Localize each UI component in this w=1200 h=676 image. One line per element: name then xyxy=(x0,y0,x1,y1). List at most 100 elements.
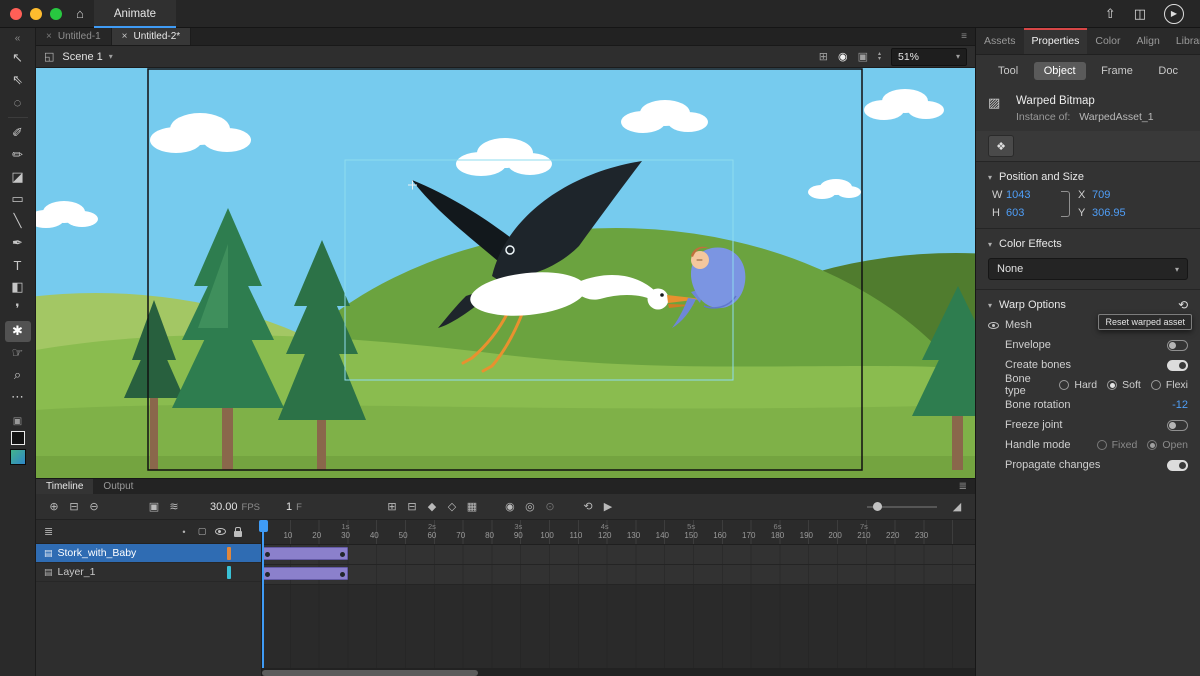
text-tool[interactable]: T xyxy=(5,255,31,276)
remove-frame-icon[interactable]: ⊟ xyxy=(402,500,422,513)
clip-content-icon[interactable]: ▣ xyxy=(858,50,868,63)
tween-span[interactable] xyxy=(262,547,349,560)
layers-icon[interactable]: ≣ xyxy=(44,525,53,538)
zoom-window-button[interactable] xyxy=(50,7,62,20)
new-folder-icon[interactable]: ⊟ xyxy=(64,500,84,513)
layer-row-Stork_with_Baby[interactable]: ▤ Stork_with_Baby xyxy=(36,544,261,563)
timeline-panel-menu-icon[interactable]: ≣ xyxy=(951,479,975,494)
layer-name[interactable]: Stork_with_Baby xyxy=(58,547,227,559)
subselection-tool[interactable]: ⇖ xyxy=(5,70,31,91)
pen-tool[interactable]: ✒ xyxy=(5,233,31,254)
subtab-doc[interactable]: Doc xyxy=(1148,62,1188,80)
playhead[interactable] xyxy=(258,520,268,668)
edit-multiple-frames-icon[interactable]: ▦ xyxy=(462,500,482,513)
tab-properties[interactable]: Properties xyxy=(1023,28,1088,54)
new-layer-icon[interactable]: ⊕ xyxy=(44,500,64,513)
warp-asset-button[interactable]: ❖ xyxy=(988,135,1014,157)
color-effect-dropdown[interactable]: None ▾ xyxy=(988,258,1188,280)
timeline-zoom-slider[interactable] xyxy=(867,502,937,511)
loop-icon[interactable]: ⟲ xyxy=(578,500,598,513)
chevron-down-icon[interactable]: ▾ xyxy=(988,240,992,249)
tab-library[interactable]: Library xyxy=(1168,28,1200,54)
share-icon[interactable]: ⇧ xyxy=(1105,6,1116,22)
timeline-ruler[interactable]: 10 20 30 40 50 60 70 80 90 100 110 120 130 140 150 160 1… xyxy=(262,520,975,545)
create-bones-toggle[interactable] xyxy=(1167,359,1188,371)
zoom-step-down-icon[interactable]: ▾ xyxy=(878,56,881,62)
mesh-visibility-icon[interactable] xyxy=(988,321,999,329)
hand-tool[interactable]: ☞ xyxy=(5,343,31,364)
close-tab-icon[interactable]: × xyxy=(122,31,128,42)
eraser-tool[interactable]: ◪ xyxy=(5,167,31,188)
link-dimensions-icon[interactable] xyxy=(1060,191,1070,217)
delete-layer-icon[interactable]: ⊖ xyxy=(84,500,104,513)
highlight-all-icon[interactable]: • xyxy=(175,527,193,537)
outline-all-icon[interactable]: ▢ xyxy=(193,526,211,537)
eyedropper-tool[interactable]: ❜ xyxy=(5,299,31,320)
doc-tab-untitled-2[interactable]: × Untitled-2* xyxy=(111,28,192,45)
collapse-panel-icon[interactable]: « xyxy=(15,31,21,47)
tween-span[interactable] xyxy=(262,567,349,580)
frame-row-Layer_1[interactable] xyxy=(262,565,975,585)
play-button[interactable]: ▶ xyxy=(598,500,618,513)
bone-type-flexi-radio[interactable]: Flexi xyxy=(1150,379,1188,391)
tabbar-menu-icon[interactable]: ≡ xyxy=(953,28,975,45)
tab-align[interactable]: Align xyxy=(1128,28,1167,54)
minimize-window-button[interactable] xyxy=(30,7,42,20)
workspace-icon[interactable]: ◫ xyxy=(1134,6,1146,22)
scene-name[interactable]: Scene 1 xyxy=(62,51,102,63)
propagate-changes-toggle[interactable] xyxy=(1167,459,1188,471)
show-hide-all-icon[interactable] xyxy=(211,528,229,535)
insert-frame-icon[interactable]: ⊞ xyxy=(382,500,402,513)
current-frame[interactable]: 1 F xyxy=(286,501,302,513)
layer-depth-icon[interactable]: ≋ xyxy=(164,500,184,513)
paint-bucket-tool[interactable]: ◧ xyxy=(5,277,31,298)
frame-rate[interactable]: 30.00 FPS xyxy=(210,501,260,513)
rectangle-tool[interactable]: ▭ xyxy=(5,189,31,210)
reset-warped-asset-button[interactable]: ⟲ xyxy=(1178,298,1188,312)
frame-row-Stork_with_Baby[interactable] xyxy=(262,545,975,565)
timeline-hscrollbar[interactable] xyxy=(262,668,975,676)
close-window-button[interactable] xyxy=(10,7,22,20)
envelope-toggle[interactable] xyxy=(1167,339,1188,351)
camera-icon[interactable]: ▣ xyxy=(144,500,164,513)
scrollbar-thumb[interactable] xyxy=(262,669,478,676)
bone-type-hard-radio[interactable]: Hard xyxy=(1059,379,1097,391)
classic-brush-tool[interactable]: ✏ xyxy=(5,145,31,166)
insert-keyframe-icon[interactable]: ◆ xyxy=(422,500,442,513)
height-value[interactable]: 603 xyxy=(1006,207,1052,219)
selection-tool[interactable]: ↖ xyxy=(5,48,31,69)
more-tools-tool[interactable]: ⋯ xyxy=(5,387,31,408)
lock-all-icon[interactable] xyxy=(229,526,247,537)
library-mini-icon[interactable]: ▣ xyxy=(13,416,22,427)
grid-icon[interactable]: ⊞ xyxy=(819,50,828,63)
tab-color[interactable]: Color xyxy=(1087,28,1128,54)
scene-chevron-icon[interactable]: ▾ xyxy=(109,52,113,61)
stage-viewport[interactable] xyxy=(36,68,975,478)
fill-color-swatch[interactable] xyxy=(9,449,26,465)
fluid-brush-tool[interactable]: ✐ xyxy=(5,123,31,144)
tab-assets[interactable]: Assets xyxy=(976,28,1024,54)
layer-color-swatch[interactable] xyxy=(227,546,231,560)
stage-canvas[interactable] xyxy=(36,68,975,478)
layer-row-Layer_1[interactable]: ▤ Layer_1 xyxy=(36,563,261,582)
y-value[interactable]: 306.95 xyxy=(1092,207,1188,219)
onion-skin-outline-icon[interactable]: ◎ xyxy=(520,500,540,513)
handle-mode-fixed-radio[interactable]: Fixed xyxy=(1096,439,1137,451)
stroke-color-swatch[interactable] xyxy=(10,431,25,445)
test-movie-button[interactable]: ▶ xyxy=(1164,3,1184,24)
rotation-icon[interactable]: ◉ xyxy=(838,50,848,63)
freeze-joint-toggle[interactable] xyxy=(1167,419,1188,431)
close-tab-icon[interactable]: × xyxy=(46,31,52,42)
zoom-level-select[interactable]: 51% ▾ xyxy=(891,47,967,66)
subtab-object[interactable]: Object xyxy=(1033,62,1086,80)
bone-rotation-value[interactable]: -12 xyxy=(1172,399,1188,411)
lasso-tool[interactable]: ◌ xyxy=(5,92,31,113)
home-icon[interactable]: ⌂ xyxy=(76,6,84,21)
line-tool[interactable]: ╲ xyxy=(5,211,31,232)
onion-skin-range-icon[interactable]: ⊙ xyxy=(540,500,560,513)
chevron-down-icon[interactable]: ▾ xyxy=(988,301,992,310)
layer-name[interactable]: Layer_1 xyxy=(58,566,227,578)
subtab-tool[interactable]: Tool xyxy=(988,62,1028,80)
chevron-down-icon[interactable]: ▾ xyxy=(988,173,992,182)
layer-color-swatch[interactable] xyxy=(227,565,231,579)
